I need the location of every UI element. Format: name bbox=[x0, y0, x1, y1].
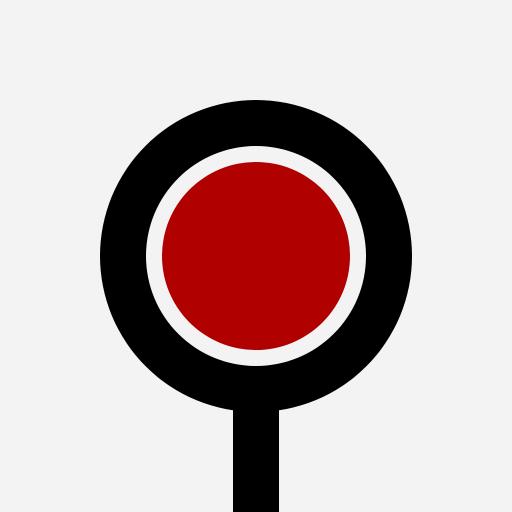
round-signal-disc-icon bbox=[0, 0, 512, 512]
icon-canvas bbox=[0, 0, 512, 512]
signal-post bbox=[233, 395, 279, 512]
signal-red-disc bbox=[162, 162, 350, 350]
